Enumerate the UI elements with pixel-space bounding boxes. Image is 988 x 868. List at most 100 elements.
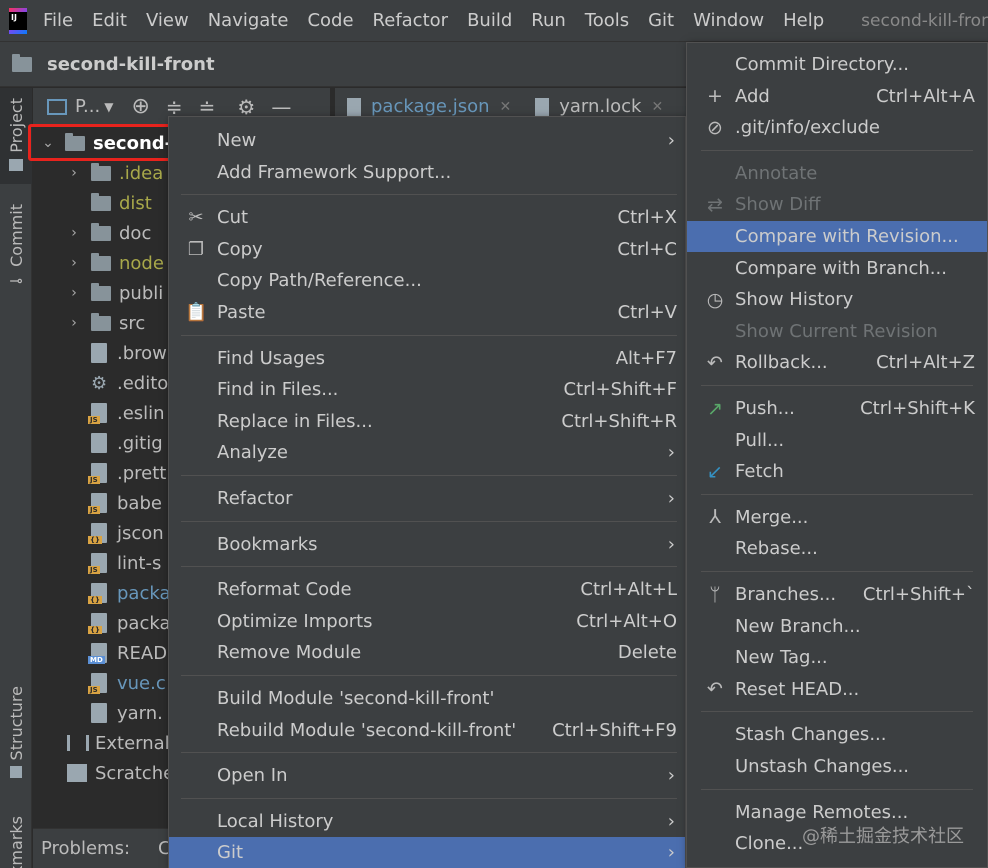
tool-tab-bookmarks[interactable]: kmarks — [0, 816, 32, 868]
close-icon[interactable]: ✕ — [500, 99, 512, 115]
menu-navigate[interactable]: Navigate — [208, 10, 289, 31]
menu-view[interactable]: View — [146, 10, 189, 31]
file-icon: JS — [88, 403, 107, 424]
file-type-tag: JS — [88, 686, 100, 694]
tree-external-libraries[interactable]: External — [67, 728, 170, 758]
git-menu-item-branches[interactable]: ᛘ Branches... Ctrl+Shift+` — [687, 579, 987, 610]
menu-item-rebuild-module-second-kill-front[interactable]: Rebuild Module 'second-kill-front' Ctrl+S… — [169, 715, 685, 746]
tree-item[interactable]: MD READ — [88, 638, 167, 668]
menu-item-new[interactable]: New › — [169, 125, 685, 156]
tree-item[interactable]: ⚙ .edito — [91, 368, 168, 398]
chevron-right-icon[interactable]: › — [67, 255, 81, 271]
git-menu-item-new-tag[interactable]: New Tag... — [687, 642, 987, 673]
git-menu-item-unstash-changes[interactable]: Unstash Changes... — [687, 751, 987, 782]
tree-item[interactable]: {} packa — [88, 578, 171, 608]
menu-item-local-history[interactable]: Local History › — [169, 806, 685, 837]
chevron-right-icon[interactable]: › — [67, 165, 81, 181]
chevron-right-icon[interactable]: › — [67, 315, 81, 331]
problems-tab[interactable]: Problems: — [41, 838, 130, 859]
tree-item[interactable]: yarn. — [91, 698, 163, 728]
git-menu-item-fetch[interactable]: ↙ Fetch — [687, 456, 987, 487]
git-menu-item-git-info-exclude[interactable]: ⊘ .git/info/exclude — [687, 112, 987, 143]
git-menu-item-reset-head[interactable]: ↶ Reset HEAD... — [687, 674, 987, 705]
git-menu-item-compare-with-revision[interactable]: Compare with Revision... — [687, 221, 987, 252]
hide-icon[interactable]: — — [271, 95, 291, 119]
menu-item-refactor[interactable]: Refactor › — [169, 483, 685, 514]
menu-tools[interactable]: Tools — [585, 10, 629, 31]
menu-item-remove-module[interactable]: Remove Module Delete — [169, 637, 685, 668]
expand-all-icon[interactable]: ≑ — [166, 95, 183, 119]
menu-item-bookmarks[interactable]: Bookmarks › — [169, 529, 685, 560]
tree-item[interactable]: › src — [67, 308, 145, 338]
chevron-right-icon[interactable]: › — [67, 285, 81, 301]
menu-item-copy[interactable]: ❐ Copy Ctrl+C — [169, 234, 685, 265]
tree-item[interactable]: JS .prett — [88, 458, 166, 488]
chevron-down-icon[interactable]: ▼ — [104, 100, 113, 114]
menu-item-reformat-code[interactable]: Reformat Code Ctrl+Alt+L — [169, 574, 685, 605]
menu-item-replace-in-files[interactable]: Replace in Files... Ctrl+Shift+R — [169, 406, 685, 437]
tree-item[interactable]: {} jscon — [88, 518, 164, 548]
tree-item[interactable]: {} packa — [88, 608, 171, 638]
tab-yarn-lock[interactable]: yarn.lock ✕ — [523, 96, 675, 117]
menu-run[interactable]: Run — [531, 10, 566, 31]
git-menu-item-push[interactable]: ↗ Push... Ctrl+Shift+K — [687, 393, 987, 424]
close-icon[interactable]: ✕ — [651, 99, 663, 115]
menu-item-add-framework-support[interactable]: Add Framework Support... — [169, 157, 685, 188]
git-menu-item-show-history[interactable]: ◷ Show History — [687, 284, 987, 315]
menu-help[interactable]: Help — [783, 10, 824, 31]
git-menu-item-compare-with-branch[interactable]: Compare with Branch... — [687, 253, 987, 284]
tree-item[interactable]: JS lint-s — [88, 548, 161, 578]
tree-item-label: node — [119, 252, 164, 274]
locate-icon[interactable]: ⊕ — [131, 94, 149, 119]
tree-item[interactable]: › node — [67, 248, 164, 278]
menu-git[interactable]: Git — [648, 10, 674, 31]
gear-icon[interactable]: ⚙ — [237, 95, 255, 119]
git-menu-item-rebase[interactable]: Rebase... — [687, 533, 987, 564]
tree-item[interactable]: JS .eslin — [88, 398, 165, 428]
menu-code[interactable]: Code — [307, 10, 353, 31]
git-menu-item-rollback[interactable]: ↶ Rollback... Ctrl+Alt+Z — [687, 347, 987, 378]
menu-item-optimize-imports[interactable]: Optimize Imports Ctrl+Alt+O — [169, 606, 685, 637]
git-menu-item-add[interactable]: + Add Ctrl+Alt+A — [687, 81, 987, 112]
menu-build[interactable]: Build — [467, 10, 512, 31]
menu-item-copy-path-reference[interactable]: Copy Path/Reference... — [169, 265, 685, 296]
git-menu-item-pull[interactable]: Pull... — [687, 425, 987, 456]
tree-scratches[interactable]: Scratche — [67, 758, 174, 788]
menu-item-git[interactable]: Git › — [169, 837, 685, 868]
menu-item-find-usages[interactable]: Find Usages Alt+F7 — [169, 343, 685, 374]
menu-item-build-module-second-kill-front[interactable]: Build Module 'second-kill-front' — [169, 683, 685, 714]
git-menu-item-merge[interactable]: ⅄ Merge... — [687, 502, 987, 533]
tree-item[interactable]: › doc — [67, 218, 151, 248]
tree-item[interactable]: › .idea — [67, 158, 163, 188]
chevron-right-icon: › — [667, 765, 675, 787]
git-menu-item-new-branch[interactable]: New Branch... — [687, 611, 987, 642]
tree-item[interactable]: dist — [67, 188, 152, 218]
git-menu-item-commit-directory[interactable]: Commit Directory... — [687, 49, 987, 80]
tree-item[interactable]: .gitig — [91, 428, 163, 458]
tree-item[interactable]: JS vue.c — [88, 668, 166, 698]
menu-edit[interactable]: Edit — [92, 10, 127, 31]
menu-item-label: Merge... — [735, 506, 809, 528]
fetch-icon: ↙ — [707, 460, 723, 483]
menu-refactor[interactable]: Refactor — [373, 10, 449, 31]
menu-window[interactable]: Window — [693, 10, 764, 31]
chevron-right-icon[interactable]: › — [67, 225, 81, 241]
menu-file[interactable]: File — [43, 10, 73, 31]
tab-package-json[interactable]: package.json ✕ — [335, 96, 523, 117]
menu-item-find-in-files[interactable]: Find in Files... Ctrl+Shift+F — [169, 374, 685, 405]
menu-item-analyze[interactable]: Analyze › — [169, 437, 685, 468]
collapse-all-icon[interactable]: ≐ — [199, 95, 216, 119]
show-history-icon: ◷ — [706, 288, 724, 311]
breadcrumb-project[interactable]: second-kill-front — [47, 54, 215, 75]
tool-tab-structure[interactable]: Structure — [0, 686, 32, 779]
menu-item-paste[interactable]: 📋 Paste Ctrl+V — [169, 297, 685, 328]
tree-item[interactable]: › publi — [67, 278, 163, 308]
file-type-tag: JS — [88, 416, 100, 424]
menu-item-cut[interactable]: ✂ Cut Ctrl+X — [169, 202, 685, 233]
project-view-selector[interactable]: P... — [75, 96, 100, 117]
menu-item-open-in[interactable]: Open In › — [169, 760, 685, 791]
tool-tab-commit[interactable]: Commit ⊸ — [0, 204, 32, 290]
tree-item[interactable]: .brow — [91, 338, 167, 368]
tree-item[interactable]: JS babe — [88, 488, 162, 518]
git-menu-item-stash-changes[interactable]: Stash Changes... — [687, 719, 987, 750]
